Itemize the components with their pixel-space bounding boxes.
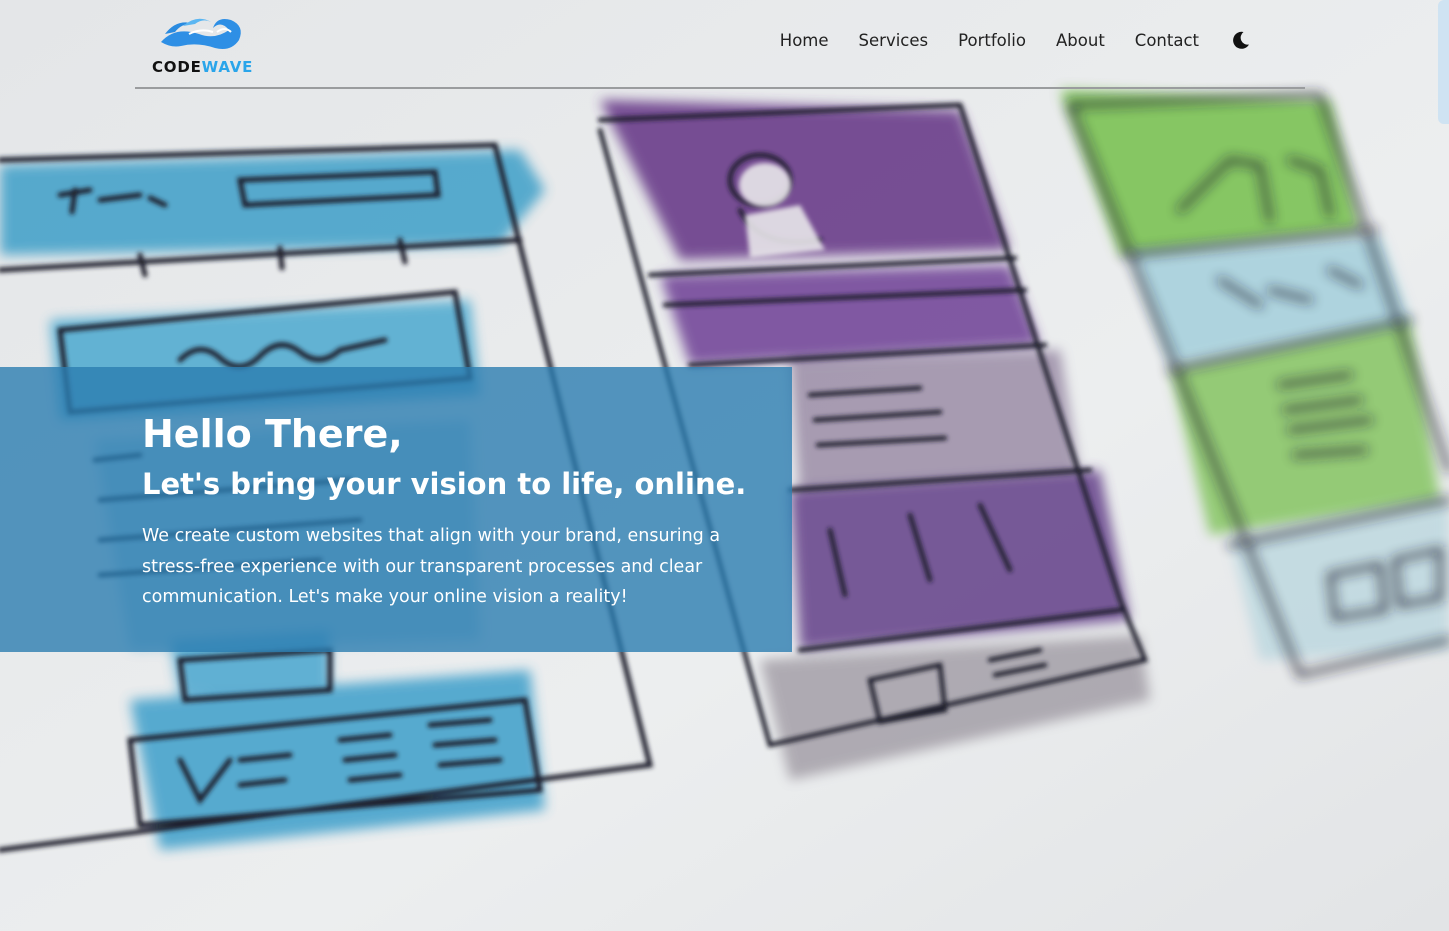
scrollbar-thumb[interactable] [1438, 0, 1449, 124]
wave-logo-icon [161, 18, 241, 49]
logo-text-wave: WAVE [201, 58, 254, 76]
hero-title: Hello There, [142, 412, 403, 456]
nav-link-about[interactable]: About [1056, 31, 1105, 50]
logo-text-code: CODE [152, 58, 202, 76]
site-header: CODEWAVE Home Services Portfolio About C… [135, 0, 1305, 89]
moon-icon[interactable] [1231, 30, 1251, 50]
hero-subtitle: Let's bring your vision to life, online. [142, 467, 747, 501]
logo-wordmark: CODEWAVE [152, 58, 253, 76]
hero-description: We create custom websites that align wit… [142, 526, 721, 607]
nav-link-home[interactable]: Home [780, 31, 829, 50]
logo[interactable]: CODEWAVE [152, 10, 254, 80]
main-nav: Home Services Portfolio About Contact [750, 30, 1251, 50]
nav-link-services[interactable]: Services [859, 31, 929, 50]
nav-link-portfolio[interactable]: Portfolio [958, 31, 1026, 50]
nav-link-contact[interactable]: Contact [1135, 31, 1199, 50]
